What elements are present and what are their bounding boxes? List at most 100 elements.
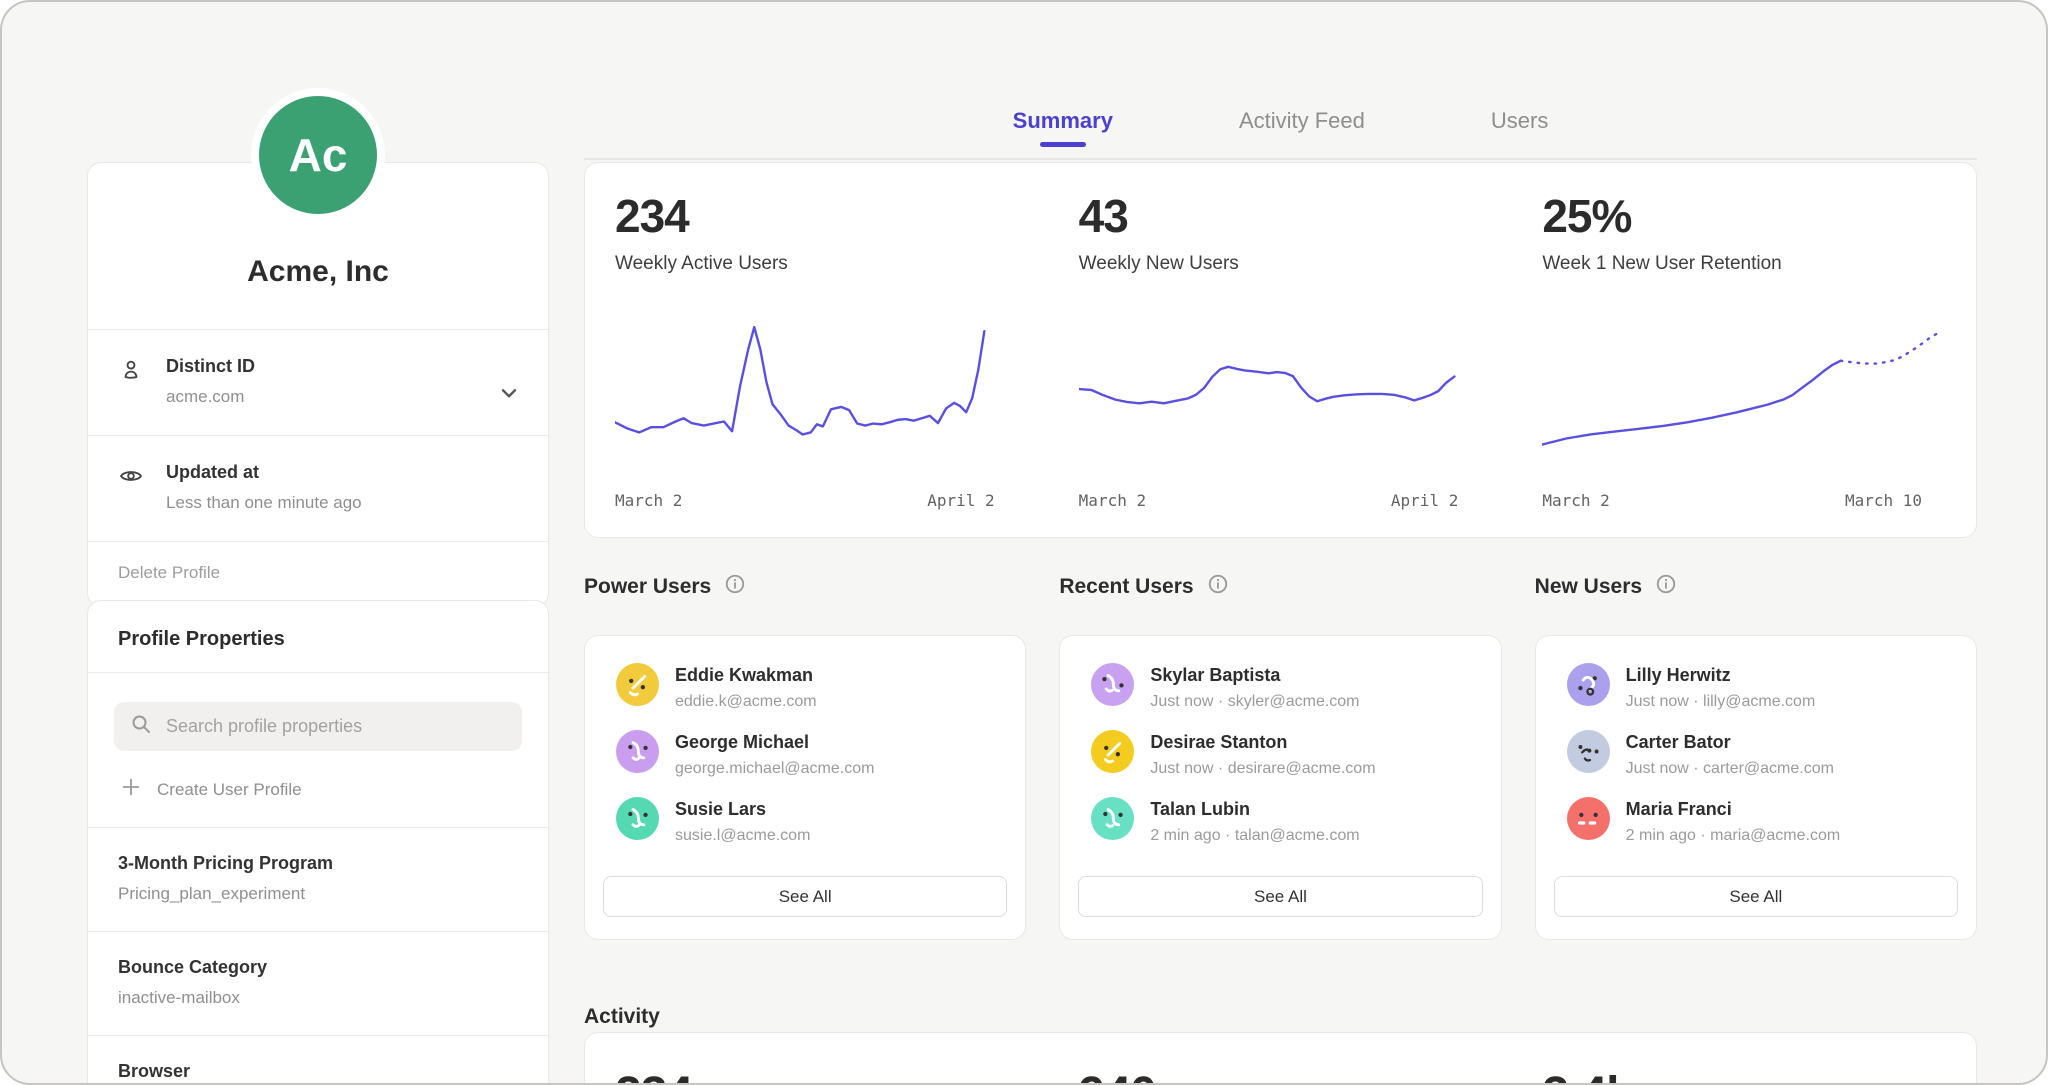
activity-stat-value: 234 — [615, 1071, 1019, 1085]
tab-activity-feed[interactable]: Activity Feed — [1235, 108, 1369, 158]
x-tick: April 2 — [927, 491, 994, 510]
profile-card: Acme, Inc Distinct ID acme.com Up — [87, 162, 549, 607]
see-all-button[interactable]: See All — [603, 876, 1007, 917]
user-avatar — [616, 730, 659, 773]
info-icon[interactable] — [1655, 573, 1677, 601]
create-user-profile-button[interactable]: Create User Profile — [120, 776, 522, 803]
stat-label: Weekly New Users — [1079, 253, 1483, 275]
user-meta: eddie.k@acme.com — [675, 693, 817, 711]
activity-stat-value: 3.4k — [1542, 1071, 1946, 1085]
user-avatar — [1567, 663, 1610, 706]
info-icon[interactable] — [1207, 573, 1229, 601]
see-all-button[interactable]: See All — [1554, 876, 1958, 917]
user-meta: Just now · desirare@acme.com — [1150, 760, 1375, 778]
property-row[interactable]: Bounce Category inactive-mailbox — [88, 931, 548, 1035]
user-meta: Just now · skyler@acme.com — [1150, 693, 1359, 711]
user-meta: susie.l@acme.com — [675, 827, 810, 845]
new-users-card: Lilly Herwitz Just now · lilly@acme.com … — [1535, 635, 1977, 940]
user-meta: 2 min ago · talan@acme.com — [1150, 827, 1359, 845]
stat-label: Week 1 New User Retention — [1542, 253, 1946, 275]
updated-at-label: Updated at — [166, 462, 362, 483]
user-avatar — [616, 797, 659, 840]
plus-icon — [120, 776, 142, 803]
tab-summary[interactable]: Summary — [1009, 108, 1117, 158]
property-row[interactable]: 3-Month Pricing Program Pricing_plan_exp… — [88, 827, 548, 931]
updated-at-value: Less than one minute ago — [166, 493, 362, 513]
recent-users-section: Recent Users Skylar Baptista Just now · … — [1059, 572, 1501, 940]
x-tick: March 2 — [615, 491, 682, 510]
new-users-section: New Users Lilly Herwitz Just now · lilly… — [1535, 572, 1977, 940]
user-name: Talan Lubin — [1150, 797, 1359, 820]
distinct-id-label: Distinct ID — [166, 356, 255, 377]
activity-stat-value: 940 — [1079, 1071, 1483, 1085]
activity-stats-card: 234 940 3.4k — [584, 1032, 1977, 1085]
user-meta: george.michael@acme.com — [675, 760, 874, 778]
property-value: Pricing_plan_experiment — [118, 884, 518, 904]
recent-users-card: Skylar Baptista Just now · skyler@acme.c… — [1059, 635, 1501, 940]
stat-value: 234 — [615, 193, 1019, 239]
tab-bar: Summary Activity Feed Users — [584, 2, 1977, 160]
user-row[interactable]: Skylar Baptista Just now · skyler@acme.c… — [1078, 663, 1482, 711]
user-row[interactable]: George Michael george.michael@acme.com — [603, 730, 1007, 778]
updated-at-row: Updated at Less than one minute ago — [88, 435, 548, 541]
x-tick: March 10 — [1845, 491, 1922, 510]
stat-value: 25% — [1542, 193, 1946, 239]
person-icon — [118, 356, 146, 407]
search-icon — [129, 712, 153, 741]
profile-page: Ac Acme, Inc Distinct ID acme.com — [0, 0, 2048, 1085]
see-all-button[interactable]: See All — [1078, 876, 1482, 917]
chevron-down-icon[interactable] — [496, 380, 522, 406]
user-row[interactable]: Carter Bator Just now · carter@acme.com — [1554, 730, 1958, 778]
search-profile-properties[interactable] — [114, 702, 522, 751]
weekly-new-users-chart — [1079, 317, 1483, 479]
stat-value: 43 — [1079, 193, 1483, 239]
stat-week1-retention: 25% Week 1 New User Retention March 2 Ma… — [1512, 193, 1976, 513]
x-tick: March 2 — [1079, 491, 1146, 510]
user-name: Eddie Kwakman — [675, 663, 817, 686]
eye-icon — [118, 462, 146, 513]
search-input[interactable] — [164, 715, 507, 738]
tab-users[interactable]: Users — [1487, 108, 1552, 158]
user-row[interactable]: Lilly Herwitz Just now · lilly@acme.com — [1554, 663, 1958, 711]
stat-weekly-new-users: 43 Weekly New Users March 2 April 2 — [1049, 193, 1513, 513]
new-users-title: New Users — [1535, 575, 1642, 599]
user-meta: 2 min ago · maria@acme.com — [1626, 827, 1841, 845]
user-sections: Power Users Eddie Kwakman eddie.k@acme.c… — [584, 572, 1977, 940]
weekly-active-users-chart — [615, 317, 1019, 479]
profile-properties-card: Profile Properties Create User Profile 3… — [87, 600, 549, 1085]
property-row[interactable]: Browser Chrome — [88, 1035, 548, 1085]
stat-weekly-active-users: 234 Weekly Active Users March 2 April 2 — [585, 193, 1049, 513]
distinct-id-row: Distinct ID acme.com — [88, 329, 548, 435]
property-name: 3-Month Pricing Program — [118, 853, 518, 874]
power-users-section: Power Users Eddie Kwakman eddie.k@acme.c… — [584, 572, 1026, 940]
x-tick: March 2 — [1542, 491, 1609, 510]
user-name: Carter Bator — [1626, 730, 1834, 753]
property-name: Browser — [118, 1061, 518, 1082]
user-name: Desirae Stanton — [1150, 730, 1375, 753]
distinct-id-value: acme.com — [166, 387, 255, 407]
info-icon[interactable] — [724, 573, 746, 601]
main-content: Summary Activity Feed Users 234 Weekly A… — [584, 2, 1977, 1083]
activity-section-title: Activity — [584, 1005, 660, 1029]
user-avatar — [616, 663, 659, 706]
delete-profile-button[interactable]: Delete Profile — [88, 541, 548, 606]
user-avatar — [1567, 730, 1610, 773]
user-meta: Just now · carter@acme.com — [1626, 760, 1834, 778]
user-row[interactable]: Susie Lars susie.l@acme.com — [603, 797, 1007, 845]
user-name: Maria Franci — [1626, 797, 1841, 820]
property-name: Bounce Category — [118, 957, 518, 978]
user-row[interactable]: Maria Franci 2 min ago · maria@acme.com — [1554, 797, 1958, 845]
user-avatar — [1091, 663, 1134, 706]
user-avatar — [1091, 730, 1134, 773]
x-tick: April 2 — [1391, 491, 1458, 510]
user-name: George Michael — [675, 730, 874, 753]
profile-properties-title: Profile Properties — [88, 601, 548, 673]
user-row[interactable]: Talan Lubin 2 min ago · talan@acme.com — [1078, 797, 1482, 845]
power-users-card: Eddie Kwakman eddie.k@acme.com George Mi… — [584, 635, 1026, 940]
user-name: Skylar Baptista — [1150, 663, 1359, 686]
recent-users-title: Recent Users — [1059, 575, 1193, 599]
user-row[interactable]: Desirae Stanton Just now · desirare@acme… — [1078, 730, 1482, 778]
summary-stats-card: 234 Weekly Active Users March 2 April 2 … — [584, 162, 1977, 538]
sidebar: Ac Acme, Inc Distinct ID acme.com — [87, 2, 549, 1083]
user-row[interactable]: Eddie Kwakman eddie.k@acme.com — [603, 663, 1007, 711]
